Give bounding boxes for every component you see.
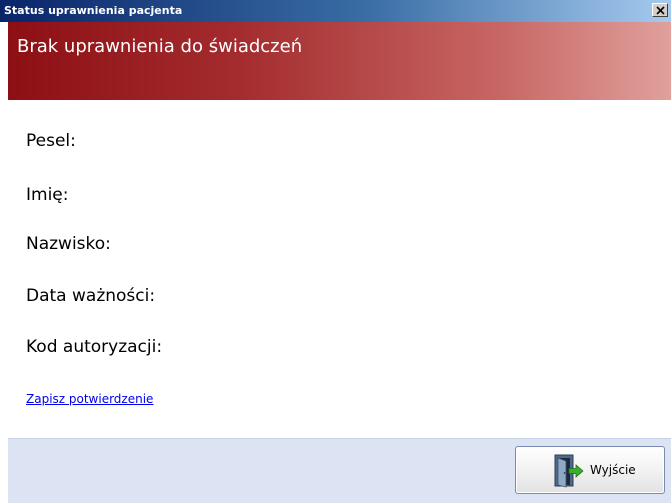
status-message: Brak uprawnienia do świadczeń <box>17 36 303 57</box>
authorization-code-label: Kod autoryzacji: <box>26 337 163 357</box>
expiry-date-label: Data ważności: <box>26 286 156 306</box>
window-frame-left <box>0 22 8 503</box>
save-confirmation-link[interactable]: Zapisz potwierdzenie <box>26 391 153 407</box>
first-name-label: Imię: <box>26 185 69 205</box>
exit-door-icon <box>554 454 584 488</box>
status-banner <box>8 22 671 100</box>
dialog-window: Status uprawnienia pacjenta Brak uprawni… <box>0 0 671 503</box>
window-title: Status uprawnienia pacjenta <box>4 4 183 17</box>
exit-button-label: Wyjście <box>590 463 636 477</box>
title-bar: Status uprawnienia pacjenta <box>0 0 671 22</box>
last-name-label: Nazwisko: <box>26 234 111 254</box>
pesel-label: Pesel: <box>26 131 76 151</box>
close-button[interactable] <box>652 3 668 17</box>
close-icon <box>656 6 665 15</box>
exit-button[interactable]: Wyjście <box>515 446 665 494</box>
